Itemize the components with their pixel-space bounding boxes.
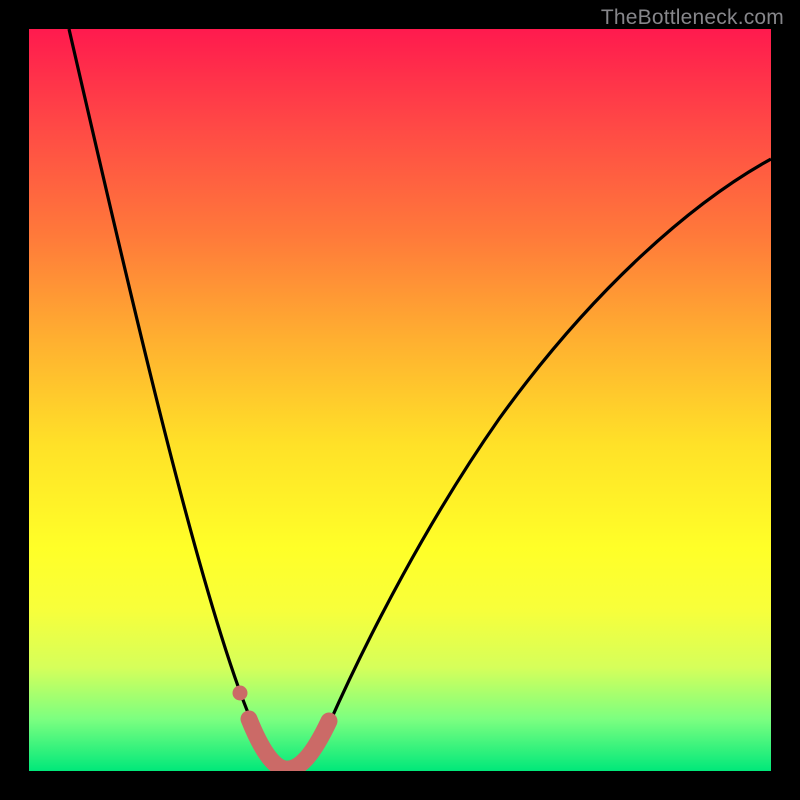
chart-area (29, 29, 771, 771)
watermark-text: TheBottleneck.com (601, 6, 784, 30)
band-dot (233, 686, 248, 701)
curve-path (69, 29, 771, 769)
bottleneck-curve (29, 29, 771, 771)
optimal-band (249, 719, 329, 769)
